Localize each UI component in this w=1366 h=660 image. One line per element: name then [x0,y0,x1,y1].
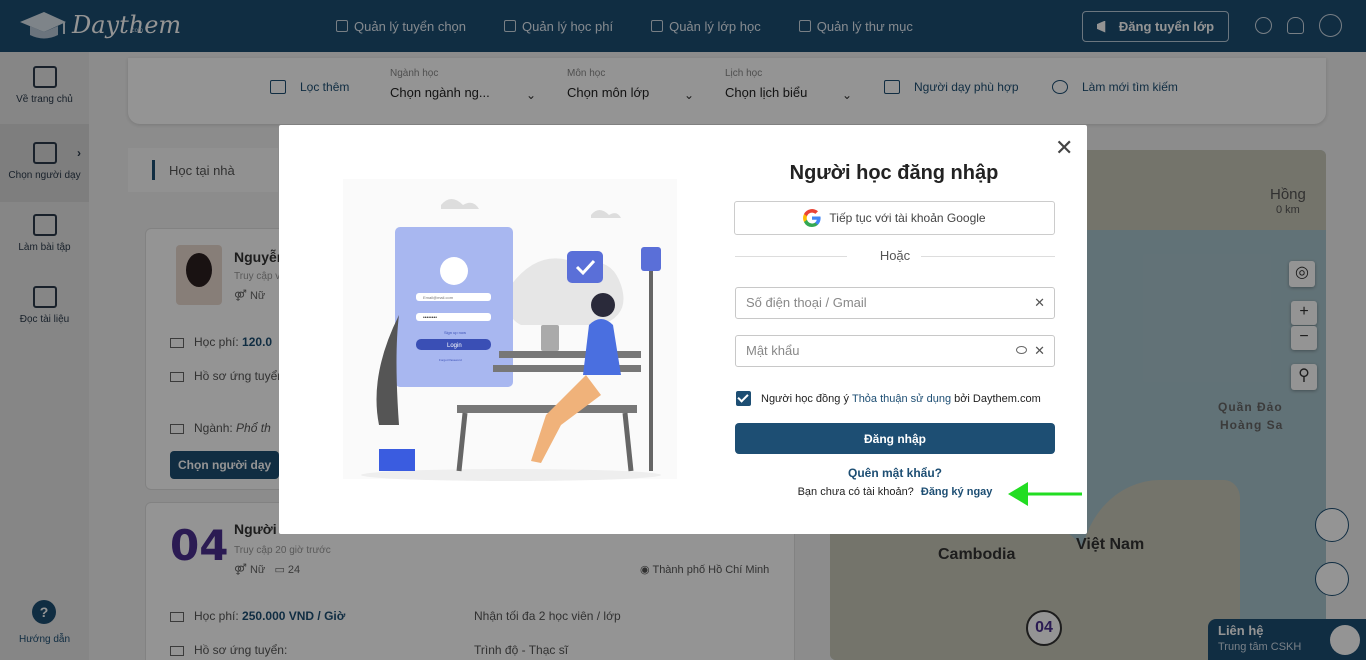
signup-link[interactable]: Đăng ký ngay [921,486,993,498]
close-icon[interactable]: ✕ [1055,137,1073,159]
eye-icon[interactable] [1016,346,1027,354]
forgot-password-link[interactable]: Quên mật khẩu? [735,466,1055,480]
divider-line [921,256,1055,257]
clear-icon[interactable]: ✕ [1034,343,1045,359]
illus-forgot-text: Forgot Password [439,358,462,362]
terms-suffix: bởi Daythem.com [954,392,1041,405]
signup-row: Bạn chưa có tài khoản? Đăng ký ngay [735,486,1055,498]
terms-checkbox[interactable] [736,391,751,406]
terms-agreement: Người học đồng ý Thỏa thuận sử dụng bởi … [736,391,1041,406]
illus-email-text: Email@mail.com [423,295,454,300]
phone-email-input[interactable] [746,295,1006,310]
login-title: Người học đăng nhập [789,162,999,184]
clear-icon[interactable]: ✕ [1034,295,1045,311]
no-account-text: Bạn chưa có tài khoản? [797,486,914,498]
login-button[interactable]: Đăng nhập [735,423,1055,454]
terms-link[interactable]: Thỏa thuận sử dụng [852,393,951,405]
google-login-button[interactable]: Tiếp tục với tài khoản Google [734,201,1055,235]
password-input[interactable] [746,343,1006,358]
or-divider: Hoặc [735,248,1055,264]
arrow-left-icon [1008,482,1082,506]
google-login-label: Tiếp tục với tài khoản Google [829,211,986,225]
illus-signup-text: Sign up now [444,330,466,335]
terms-prefix: Người học đồng ý [761,392,849,405]
illus-password-text: •••••••• [423,315,437,321]
phone-email-field[interactable]: ✕ [735,287,1055,319]
google-icon [803,209,822,227]
password-field[interactable]: ✕ [735,335,1055,367]
illus-login-text: Login [447,343,462,349]
login-modal: Email@mail.com •••••••• Sign up now Logi… [279,125,1087,534]
login-illustration: Email@mail.com •••••••• Sign up now Logi… [343,179,677,481]
